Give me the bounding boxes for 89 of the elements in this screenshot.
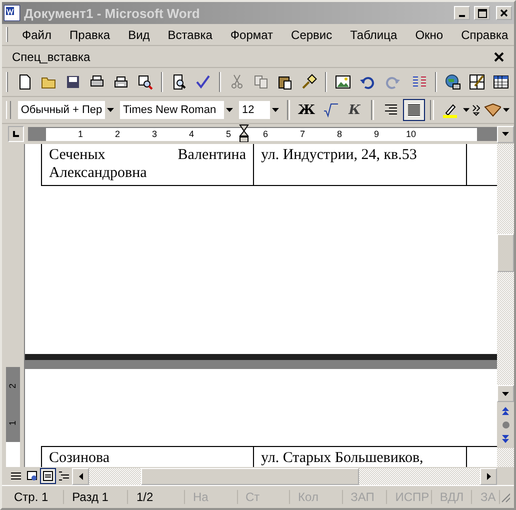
- new-document-icon: [17, 74, 33, 90]
- scissors-icon: [229, 74, 245, 90]
- menu-item[interactable]: Формат: [222, 26, 282, 44]
- paste-icon: [277, 74, 293, 90]
- ruler-number: 9: [372, 128, 379, 141]
- spelling-check-icon: [195, 74, 211, 90]
- close-icon: [500, 9, 508, 17]
- tab-stop-button[interactable]: [8, 126, 24, 142]
- scroll-thumb[interactable]: [141, 468, 359, 484]
- chevron-icon: [472, 104, 480, 116]
- caret-icon: [463, 108, 470, 112]
- task-pane-title: Спец_вставка: [11, 50, 92, 64]
- right-arrow-icon: [486, 472, 490, 480]
- status-item: 1/2: [128, 490, 185, 504]
- toolbar-button[interactable]: [403, 99, 426, 121]
- ruler-number: 2: [8, 383, 18, 388]
- highlighter-icon: [442, 102, 458, 118]
- circle-icon: [502, 421, 510, 429]
- menu-item[interactable]: Сервис: [283, 26, 340, 44]
- normal-view-icon: [11, 471, 21, 481]
- word-logo-icon: [4, 5, 20, 21]
- scroll-left-button[interactable]: [72, 468, 89, 484]
- menu-item[interactable]: Справка: [453, 26, 514, 44]
- ruler-number: 1: [8, 420, 18, 426]
- print-icon: [113, 74, 129, 90]
- ruler-number: 6: [262, 128, 268, 141]
- caret-icon: [502, 132, 509, 136]
- caret-icon: [503, 108, 510, 112]
- ruler-number: 5: [224, 128, 231, 141]
- draw-table-icon: [469, 74, 485, 90]
- status-item: Разд 1: [64, 490, 128, 504]
- window-title: Документ1 - Microsoft Word: [24, 6, 201, 20]
- ruler-number: 10: [406, 128, 416, 141]
- menu-item[interactable]: Правка: [62, 26, 118, 44]
- ruler-number: 8: [336, 128, 342, 141]
- ruler-number: 2: [114, 128, 120, 141]
- print-preview-icon: [171, 74, 187, 90]
- close-icon[interactable]: [494, 52, 504, 62]
- double-down-arrow-icon: [502, 435, 509, 443]
- italic-button[interactable]: К: [344, 99, 366, 121]
- formula-icon: [322, 102, 339, 118]
- ruler-number: 1: [76, 128, 83, 141]
- redo-icon: [385, 74, 401, 90]
- scroll-down-button[interactable]: [497, 385, 514, 402]
- maximize-icon: [478, 8, 486, 18]
- menu-item[interactable]: Файл: [14, 26, 60, 44]
- menu-item[interactable]: Вставка: [160, 26, 220, 44]
- undo-icon: [359, 74, 375, 90]
- justify-icon: [406, 102, 422, 118]
- view-button[interactable]: [40, 468, 56, 484]
- caret-icon: [272, 108, 279, 112]
- font-size-dropdown[interactable]: 12: [238, 100, 282, 120]
- copy-icon: [253, 74, 269, 90]
- maximize-button[interactable]: [474, 6, 490, 20]
- menu-item[interactable]: Окно: [407, 26, 452, 44]
- web-layout-icon: [27, 471, 37, 481]
- menu-item[interactable]: Вид: [120, 26, 158, 44]
- ruler-number: 3: [150, 128, 157, 141]
- vertical-ruler: [6, 442, 20, 467]
- bold-button[interactable]: Ж: [295, 99, 318, 121]
- resize-grip-icon: [500, 491, 510, 503]
- minimize-button[interactable]: [454, 6, 470, 20]
- picture-icon: [335, 74, 351, 90]
- outline-view-icon: [59, 471, 69, 481]
- print-layout-icon: [43, 471, 53, 481]
- table-cell: Сеченых Валентина Александровна: [41, 144, 253, 185]
- caret-icon: [502, 392, 509, 396]
- status-item: Стр. 1: [6, 490, 64, 504]
- globe-icon: [445, 74, 461, 90]
- table-icon: [493, 74, 509, 90]
- scroll-up-button[interactable]: [497, 126, 514, 142]
- scroll-thumb[interactable]: [497, 234, 514, 272]
- font-dropdown[interactable]: Times New Roman: [118, 100, 236, 120]
- left-arrow-icon: [78, 472, 82, 480]
- ruler-number: 7: [298, 128, 305, 141]
- double-up-arrow-icon: [502, 407, 509, 415]
- scroll-right-button[interactable]: [480, 468, 497, 484]
- caret-icon: [226, 108, 234, 112]
- save-icon: [65, 74, 81, 90]
- brush-icon: [301, 74, 317, 90]
- table-cell: ул. Индустрии, 24, кв.53: [253, 144, 466, 185]
- ruler-number: 4: [188, 128, 194, 141]
- left-tab-icon: [12, 130, 20, 138]
- indent-marker[interactable]: [239, 124, 249, 142]
- caret-icon: [106, 108, 114, 112]
- close-button[interactable]: [496, 6, 512, 20]
- research-icon: [137, 74, 153, 90]
- menu-item[interactable]: Таблица: [342, 26, 406, 44]
- style-dropdown[interactable]: Обычный + Пер: [16, 100, 117, 120]
